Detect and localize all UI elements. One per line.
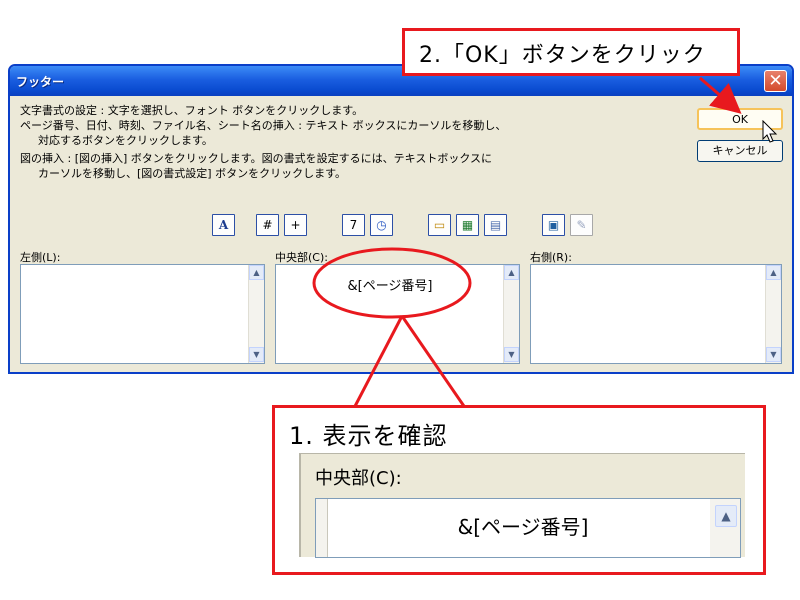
zoomed-center-section: 中央部(C): &[ページ番号] ▲ <box>299 453 745 558</box>
callout-step-1-text: 1. 表示を確認 <box>289 422 448 450</box>
callout-step-1: 1. 表示を確認 中央部(C): &[ページ番号] ▲ <box>272 405 766 575</box>
zoom-center-textbox: &[ページ番号] ▲ <box>315 498 741 558</box>
zoom-scroll-up-button: ▲ <box>715 505 737 527</box>
zoom-center-value: &[ページ番号] <box>457 515 589 539</box>
chevron-up-icon: ▲ <box>721 509 731 523</box>
callout-step-2: 2.「OK」ボタンをクリック <box>402 28 740 76</box>
zoom-center-label: 中央部(C): <box>315 468 402 489</box>
callout-arrow <box>699 76 742 114</box>
zoom-left-edge <box>316 499 328 557</box>
callout-step-2-text: 2.「OK」ボタンをクリック <box>419 43 706 68</box>
callout-connector-left <box>350 315 404 413</box>
zoom-scrollbar: ▲ <box>710 499 740 557</box>
callout-connector-right <box>400 315 470 413</box>
highlight-ellipse <box>312 247 472 319</box>
